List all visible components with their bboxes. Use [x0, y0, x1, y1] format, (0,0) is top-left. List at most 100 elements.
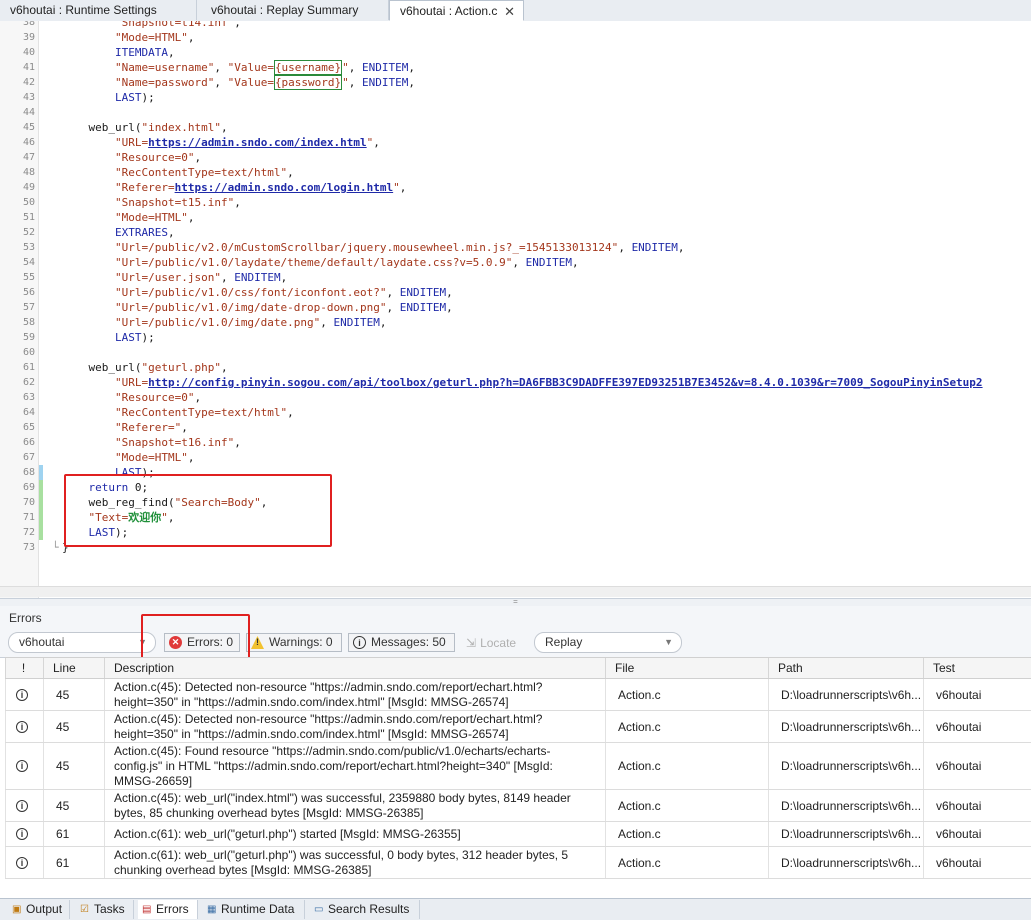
line-number: 65	[22, 422, 35, 433]
code-line[interactable]: 59 LAST);	[0, 330, 1031, 345]
messages-filter-button[interactable]: i Messages: 50	[348, 633, 455, 652]
code-line[interactable]: 67 "Mode=HTML",	[0, 450, 1031, 465]
cell-text: 45	[56, 798, 70, 813]
code-line[interactable]: 60	[0, 345, 1031, 360]
column-header[interactable]: File	[605, 658, 768, 678]
info-icon: i	[353, 636, 366, 649]
tab-label: Search Results	[328, 902, 410, 916]
table-row[interactable]: i 45 Action.c(45): Found resource "https:/…	[5, 743, 1031, 790]
table-row[interactable]: i 61 Action.c(61): web_url("geturl.php") s…	[5, 822, 1031, 847]
cell-text: Action.c(45): Detected non-resource "htt…	[114, 680, 543, 709]
code-line[interactable]: 40 ITEMDATA,	[0, 45, 1031, 60]
code-text: LAST);	[114, 331, 155, 344]
code-line[interactable]: 50 "Snapshot=t15.inf",	[0, 195, 1031, 210]
code-line[interactable]: 61 web_url("geturl.php",	[0, 360, 1031, 375]
code-line[interactable]: 51 "Mode=HTML",	[0, 210, 1031, 225]
bottom-tab-output[interactable]: ▣ Output	[8, 900, 70, 919]
line-cell: 45	[43, 790, 104, 821]
table-row[interactable]: i 61 Action.c(61): web_url("geturl.php") w…	[5, 847, 1031, 879]
bottom-tab-errors[interactable]: ▤ Errors	[138, 900, 198, 919]
code-line[interactable]: 42 "Name=password", "Value={password}", …	[0, 75, 1031, 90]
bottom-tab-tasks[interactable]: ☑ Tasks	[76, 900, 134, 919]
tab-label: Output	[26, 902, 63, 916]
close-icon[interactable]: ✕	[504, 1, 515, 22]
code-line[interactable]: 52 EXTRARES,	[0, 225, 1031, 240]
bottom-tab-search-results[interactable]: ▭ Search Results	[310, 900, 420, 919]
code-line[interactable]: 57 "Url=/public/v1.0/img/date-drop-down.…	[0, 300, 1031, 315]
code-text: "Url=/public/v1.0/css/font/iconfont.eot?…	[114, 286, 453, 299]
code-line[interactable]: 66 "Snapshot=t16.inf",	[0, 435, 1031, 450]
code-line[interactable]: 54 "Url=/public/v1.0/laydate/theme/defau…	[0, 255, 1031, 270]
cell-text: v6houtai	[936, 759, 982, 773]
change-marker	[39, 495, 43, 510]
line-number: 49	[22, 182, 35, 193]
line-number: 41	[22, 62, 35, 73]
bottom-tab-runtime-data[interactable]: ▦ Runtime Data	[203, 900, 305, 919]
code-line[interactable]: 63 "Resource=0",	[0, 390, 1031, 405]
code-line[interactable]: 46 "URL=https://admin.sndo.com/index.htm…	[0, 135, 1031, 150]
cell-text: Action.c	[618, 687, 661, 702]
code-line[interactable]: 56 "Url=/public/v1.0/css/font/iconfont.e…	[0, 285, 1031, 300]
line-cell: 45	[43, 743, 104, 789]
line-number: 67	[22, 452, 35, 463]
cell-text: Action.c	[618, 798, 661, 813]
cell-text: v6houtai	[936, 855, 982, 870]
code-line[interactable]: 55 "Url=/user.json", ENDITEM,	[0, 270, 1031, 285]
locate-button[interactable]: ⇲ Locate	[466, 636, 516, 650]
code-editor[interactable]: 38 "Snapshot=t14.inf", 39 "Mode=HTML", 40 …	[0, 21, 1031, 599]
code-line[interactable]: 65 "Referer=",	[0, 420, 1031, 435]
tab-replay-summary[interactable]: v6houtai : Replay Summary	[197, 0, 389, 20]
line-number: 69	[22, 482, 35, 493]
code-line[interactable]: 53 "Url=/public/v2.0/mCustomScrollbar/jq…	[0, 240, 1031, 255]
cell-text: D:\loadrunnerscripts\v6h...	[781, 759, 922, 773]
cell-text: Action.c(45): Found resource "https://ad…	[114, 744, 553, 788]
tab-runtime-settings[interactable]: v6houtai : Runtime Settings	[0, 0, 197, 20]
code-line[interactable]: 49 "Referer=https://admin.sndo.com/login…	[0, 180, 1031, 195]
column-header[interactable]: Line	[43, 658, 104, 678]
replay-combo[interactable]: Replay ▼	[534, 632, 682, 653]
panel-title: Errors	[9, 611, 42, 625]
warnings-filter-button[interactable]: ! Warnings: 0	[246, 633, 342, 652]
column-header[interactable]: Path	[768, 658, 923, 678]
code-line[interactable]: 64 "RecContentType=text/html",	[0, 405, 1031, 420]
cell-text: Action.c(45): Detected non-resource "htt…	[114, 712, 543, 741]
line-number: 39	[22, 32, 35, 43]
column-header[interactable]: Test	[923, 658, 1027, 678]
code-line[interactable]: 47 "Resource=0",	[0, 150, 1031, 165]
table-row[interactable]: i 45 Action.c(45): web_url("index.html") w…	[5, 790, 1031, 822]
code-line[interactable]: 48 "RecContentType=text/html",	[0, 165, 1031, 180]
code-text: "Url=/public/v1.0/img/date.png", ENDITEM…	[114, 316, 387, 329]
tasks-icon: ☑	[80, 904, 89, 915]
code-text: "Url=/user.json", ENDITEM,	[114, 271, 288, 284]
info-icon: i	[16, 688, 28, 701]
test-cell: v6houtai	[923, 822, 1027, 846]
info-icon: i	[16, 799, 28, 812]
line-number: 43	[22, 92, 35, 103]
file-cell: Action.c	[605, 790, 768, 821]
table-row[interactable]: i 45 Action.c(45): Detected non-resource "…	[5, 679, 1031, 711]
line-number: 60	[22, 347, 35, 358]
line-number: 58	[22, 317, 35, 328]
line-number: 57	[22, 302, 35, 313]
editor-horizontal-scrollbar[interactable]	[0, 586, 1031, 597]
table-row[interactable]: i 45 Action.c(45): Detected non-resource "…	[5, 711, 1031, 743]
code-line[interactable]: 58 "Url=/public/v1.0/img/date.png", ENDI…	[0, 315, 1031, 330]
path-cell: D:\loadrunnerscripts\v6h...	[768, 679, 923, 710]
code-line[interactable]: 38 "Snapshot=t14.inf",	[0, 21, 1031, 30]
code-line[interactable]: 44	[0, 105, 1031, 120]
errors-icon: ▤	[142, 904, 152, 915]
column-header[interactable]: Description	[104, 658, 605, 678]
line-number: 62	[22, 377, 35, 388]
code-text: "Resource=0",	[114, 391, 202, 404]
script-filter-combo[interactable]: v6houtai ▼	[8, 632, 156, 653]
code-line[interactable]: 62 "URL=http://config.pinyin.sogou.com/a…	[0, 375, 1031, 390]
column-header[interactable]: !	[5, 658, 41, 678]
test-cell: v6houtai	[923, 743, 1027, 789]
description-cell: Action.c(45): web_url("index.html") was …	[104, 790, 605, 821]
code-line[interactable]: 39 "Mode=HTML",	[0, 30, 1031, 45]
code-line[interactable]: 43 LAST);	[0, 90, 1031, 105]
tab-action-c[interactable]: v6houtai : Action.c ✕	[389, 0, 524, 21]
code-line[interactable]: 45 web_url("index.html",	[0, 120, 1031, 135]
code-line[interactable]: 41 "Name=username", "Value={username}", …	[0, 60, 1031, 75]
cell-text: Action.c	[618, 827, 661, 841]
